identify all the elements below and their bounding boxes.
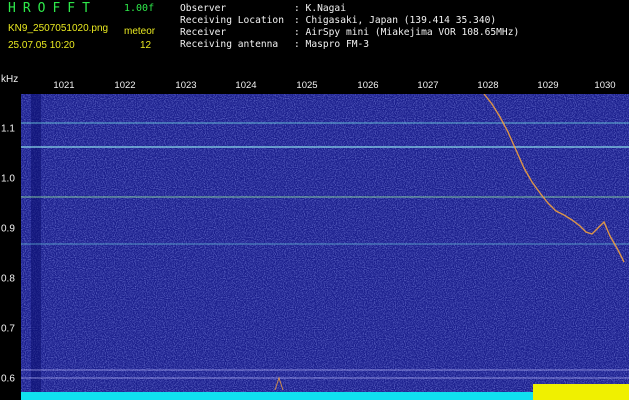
spectrogram-canvas bbox=[21, 94, 629, 400]
info-value: : AirSpy mini (Miakejima VOR 108.65MHz) bbox=[294, 27, 520, 38]
info-key: Observer bbox=[180, 3, 227, 14]
frequency-tick-label: 0.8 bbox=[1, 273, 15, 285]
frequency-tick-label: 0.7 bbox=[1, 323, 15, 335]
spectrogram bbox=[21, 94, 629, 400]
spectrogram-noise bbox=[21, 94, 629, 400]
info-row-antenna: Receiving antenna : Maspro FM-3 bbox=[180, 39, 519, 51]
time-tick-label: 1029 bbox=[537, 80, 559, 91]
info-row-observer: Observer : K.Nagai bbox=[180, 3, 519, 15]
capture-datetime: 25.07.05 10:20 bbox=[8, 40, 75, 51]
frequency-tick-label: 0.6 bbox=[1, 373, 15, 385]
time-tick-label: 1022 bbox=[114, 80, 136, 91]
station-info: Observer : K.Nagai Receiving Location : Ch… bbox=[180, 3, 519, 51]
time-tick-label: 1030 bbox=[594, 80, 616, 91]
info-key: Receiving Location bbox=[180, 15, 284, 26]
meteor-label: meteor bbox=[124, 26, 156, 37]
meteor-count: 12 bbox=[140, 40, 152, 51]
info-key: Receiver bbox=[180, 27, 227, 38]
frequency-tick-label: 0.9 bbox=[1, 223, 15, 235]
info-key: Receiving antenna bbox=[180, 39, 279, 50]
info-value: : K.Nagai bbox=[294, 3, 346, 14]
time-tick-label: 1028 bbox=[477, 80, 499, 91]
frequency-unit-label: kHz bbox=[1, 74, 19, 85]
file-name: KN9_2507051020.png bbox=[8, 23, 109, 34]
info-row-location: Receiving Location : Chigasaki, Japan (13… bbox=[180, 15, 519, 27]
info-value: : Chigasaki, Japan (139.414 35.340) bbox=[294, 15, 497, 26]
time-tick-label: 1024 bbox=[235, 80, 257, 91]
time-tick-label: 1023 bbox=[175, 80, 197, 91]
time-tick-label: 1025 bbox=[296, 80, 318, 91]
info-value: : Maspro FM-3 bbox=[294, 39, 370, 50]
frequency-tick-label: 1.1 bbox=[1, 123, 15, 135]
header-panel: HROFFT 1.00f KN9_2507051020.png meteor 2… bbox=[0, 0, 629, 78]
app-version: 1.00f bbox=[124, 3, 155, 14]
time-tick-label: 1021 bbox=[53, 80, 75, 91]
app-name: HROFFT bbox=[8, 1, 97, 16]
frequency-tick-label: 1.0 bbox=[1, 173, 15, 185]
info-row-receiver: Receiver : AirSpy mini (Miakejima VOR 108… bbox=[180, 27, 519, 39]
dark-column bbox=[31, 94, 41, 400]
time-tick-label: 1027 bbox=[417, 80, 439, 91]
time-tick-label: 1026 bbox=[357, 80, 379, 91]
bottom-level-bar-hot bbox=[533, 384, 629, 400]
